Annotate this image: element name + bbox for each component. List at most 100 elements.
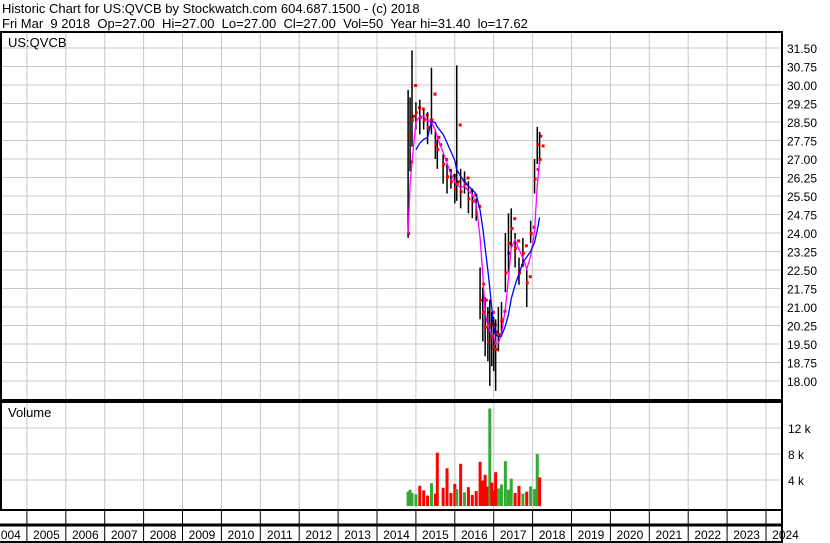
- close-dot: [466, 176, 470, 180]
- close-dot: [436, 148, 440, 152]
- price-tick-label: 18.75: [787, 357, 817, 371]
- volume-bar: [474, 491, 478, 506]
- volume-panel-frame: [0, 401, 783, 511]
- price-tick-label: 25.50: [787, 190, 817, 204]
- volume-bar: [470, 494, 474, 506]
- close-dot: [541, 144, 545, 148]
- volume-bar: [506, 489, 510, 506]
- volume-bar: [529, 486, 533, 506]
- volume-bar: [445, 468, 449, 506]
- year-label: 2024: [772, 528, 799, 542]
- close-dot: [521, 251, 525, 255]
- volume-bar: [513, 493, 517, 506]
- year-label: 2015: [422, 528, 449, 542]
- close-dot: [467, 197, 471, 201]
- volume-bar: [418, 485, 422, 506]
- price-tick-label: 21.75: [787, 283, 817, 297]
- volume-bar: [449, 493, 453, 506]
- year-label: 2009: [189, 528, 216, 542]
- year-label: 2022: [694, 528, 721, 542]
- price-tick-label: 21.00: [787, 301, 817, 315]
- volume-tick-label: 12 k: [788, 422, 812, 436]
- close-dot: [481, 310, 485, 314]
- close-dot: [514, 246, 518, 250]
- year-label: 2020: [617, 528, 644, 542]
- year-label: 2012: [305, 528, 332, 542]
- close-dot: [494, 347, 498, 351]
- year-label: 2006: [72, 528, 99, 542]
- year-label: 2005: [33, 528, 60, 542]
- volume-bar: [422, 490, 426, 506]
- close-dot: [528, 275, 532, 279]
- volume-bar: [459, 463, 463, 506]
- volume-bar: [496, 488, 500, 506]
- year-label: 2007: [111, 528, 138, 542]
- close-dot: [538, 158, 542, 161]
- close-dot: [414, 111, 418, 115]
- close-dot: [479, 298, 483, 302]
- volume-bar: [426, 495, 430, 506]
- price-panel-frame: [0, 31, 783, 401]
- close-dot: [449, 180, 453, 184]
- year-label: 2023: [733, 528, 760, 542]
- close-dot: [458, 123, 462, 127]
- close-dot: [536, 143, 540, 147]
- close-dot: [446, 175, 450, 179]
- close-dot: [533, 177, 537, 181]
- volume-bar: [414, 494, 418, 506]
- price-tick-label: 30.00: [787, 79, 817, 93]
- volume-bar: [494, 472, 498, 506]
- price-tick-label: 27.75: [787, 135, 817, 149]
- volume-bar: [525, 491, 529, 506]
- volume-bar: [521, 493, 525, 506]
- price-tick-label: 20.25: [787, 320, 817, 334]
- price-tick-label: 31.50: [787, 42, 817, 56]
- volume-bar: [429, 483, 433, 506]
- volume-bar: [517, 485, 521, 506]
- volume-bar: [533, 489, 537, 506]
- price-tick-label: 22.50: [787, 264, 817, 278]
- price-tick-label: 28.50: [787, 116, 817, 130]
- year-label: 2013: [344, 528, 371, 542]
- close-dot: [471, 199, 475, 203]
- price-tick-label: 23.25: [787, 246, 817, 260]
- volume-bar: [435, 452, 439, 506]
- volume-bar: [478, 461, 482, 506]
- symbol-label: US:QVCB: [8, 35, 67, 50]
- close-dot: [433, 92, 437, 96]
- close-dot: [529, 232, 533, 235]
- close-dot: [411, 118, 415, 122]
- short-moving-average-line: [407, 115, 541, 345]
- year-label: 2016: [461, 528, 488, 542]
- year-label: 2011: [267, 528, 293, 542]
- close-dot: [442, 162, 446, 166]
- volume-bar: [499, 484, 503, 506]
- stock-chart-window: Historic Chart for US:QVCB by Stockwatch…: [0, 0, 830, 543]
- volume-bar: [410, 493, 414, 506]
- volume-bar: [441, 487, 445, 506]
- volume-bar: [466, 487, 470, 506]
- year-label: 2014: [383, 528, 410, 542]
- price-tick-label: 24.00: [787, 227, 817, 241]
- price-volume-chart: US:QVCB Volume 31.50 30.75 30.00 29.25 28.50 27…: [0, 31, 817, 543]
- close-dot: [484, 325, 488, 329]
- price-tick-label: 29.25: [787, 98, 817, 112]
- close-dot: [510, 227, 514, 231]
- year-label: 2018: [539, 528, 566, 542]
- volume-tick-label: 4 k: [788, 474, 805, 488]
- volume-bar: [503, 461, 507, 506]
- volume-label: Volume: [8, 405, 51, 420]
- close-dot: [414, 84, 418, 87]
- price-tick-label: 19.50: [787, 338, 817, 352]
- volume-bar: [509, 478, 513, 506]
- year-label: 2010: [228, 528, 255, 542]
- volume-bar: [483, 474, 487, 506]
- year-label: 2017: [500, 528, 527, 542]
- year-label: 2008: [150, 528, 177, 542]
- close-dot: [504, 271, 508, 275]
- year-label: 2019: [578, 528, 605, 542]
- close-dot: [459, 190, 463, 194]
- price-tick-label: 26.25: [787, 172, 817, 186]
- close-dot: [513, 217, 517, 221]
- price-tick-label: 30.75: [787, 61, 817, 75]
